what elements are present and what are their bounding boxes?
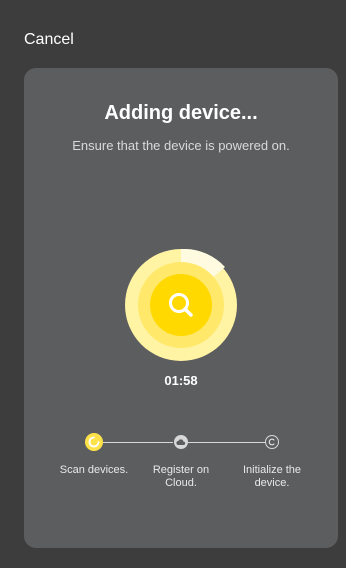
- progress-steps: Scan devices. Register on Cloud. Initial…: [24, 430, 338, 500]
- countdown-timer: 01:58: [164, 373, 198, 388]
- loading-icon: [88, 436, 100, 448]
- page-title: Adding device...: [104, 102, 258, 124]
- step-connector-2: [188, 442, 265, 443]
- cancel-button[interactable]: Cancel: [24, 31, 74, 49]
- top-bar: Cancel: [0, 0, 346, 60]
- step-scan-label: Scan devices.: [59, 464, 129, 476]
- step-register-label: Register on Cloud.: [152, 464, 210, 489]
- step-initialize-indicator: [265, 435, 279, 449]
- step-initialize-label: Initialize the device.: [242, 464, 302, 489]
- step-connector-1: [103, 442, 173, 443]
- step-scan-indicator: [85, 433, 103, 451]
- cloud-icon: [176, 439, 186, 445]
- step-register-indicator: [174, 435, 188, 449]
- instruction-text: Ensure that the device is powered on.: [72, 138, 290, 153]
- initialize-icon: [268, 438, 275, 446]
- scan-progress-loader: [125, 249, 237, 361]
- loader-inner-circle: [150, 274, 212, 336]
- adding-device-card: Adding device... Ensure that the device …: [24, 68, 338, 548]
